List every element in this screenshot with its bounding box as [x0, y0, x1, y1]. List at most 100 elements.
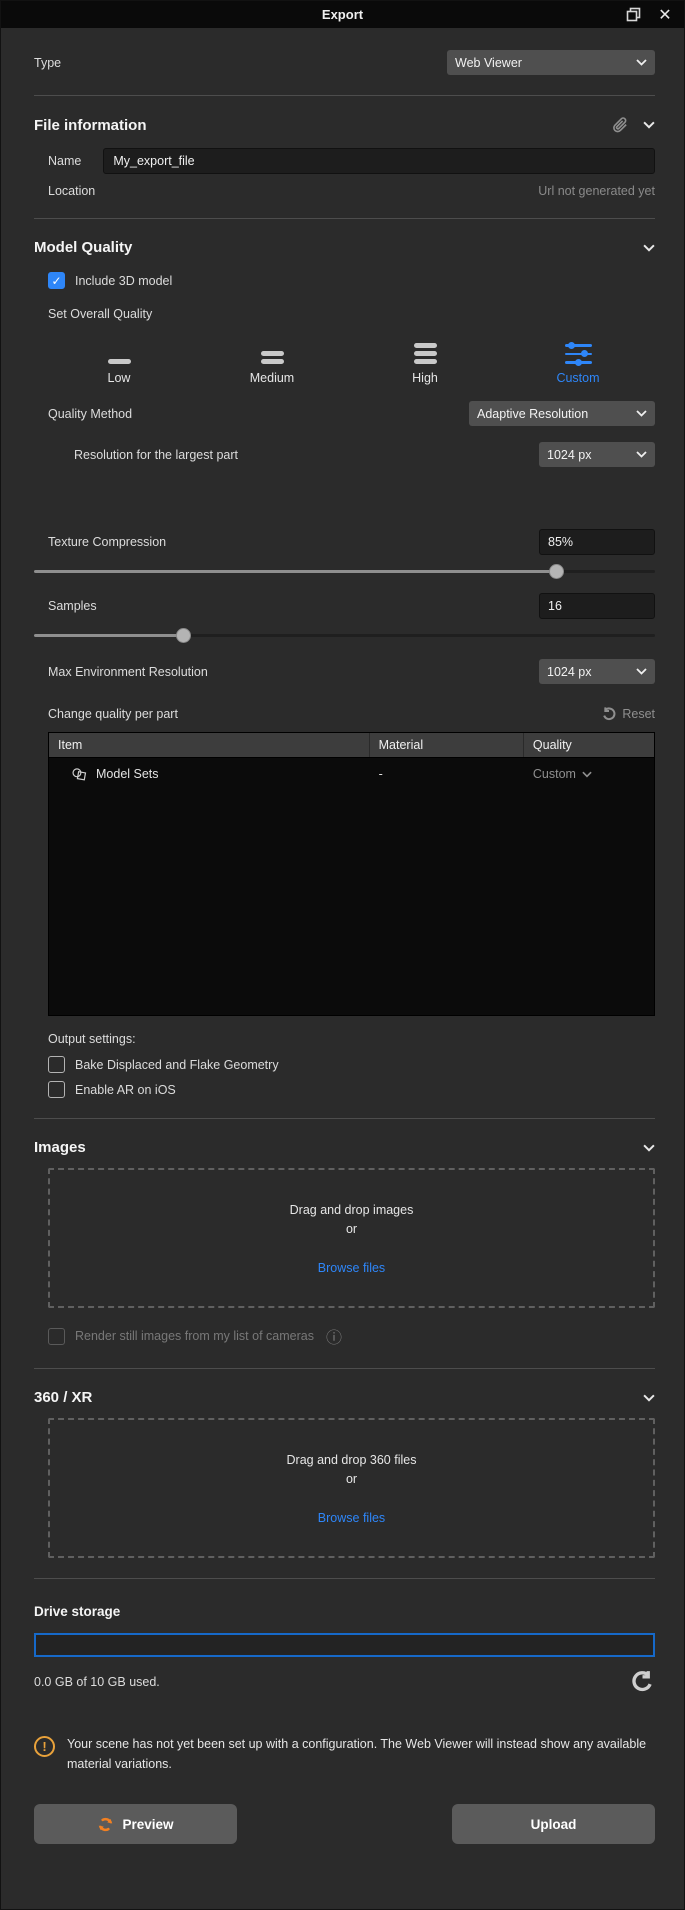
- quality-option-medium[interactable]: Medium: [237, 335, 307, 385]
- upload-button-label: Upload: [531, 1817, 577, 1832]
- include-3d-model-checkbox[interactable]: ✓: [48, 272, 65, 289]
- collapse-file-information-icon[interactable]: [643, 121, 655, 129]
- warning-text: Your scene has not yet been set up with …: [67, 1734, 647, 1774]
- location-label: Location: [48, 184, 95, 198]
- column-header-material[interactable]: Material: [370, 733, 524, 757]
- largest-part-resolution-value: 1024 px: [547, 448, 591, 462]
- preview-button[interactable]: Preview: [34, 1804, 237, 1844]
- per-part-table: Item Material Quality Model Sets - Cus: [48, 732, 655, 1016]
- divider: [34, 1118, 655, 1119]
- quality-medium-icon: [261, 335, 284, 364]
- quality-method-label: Quality Method: [48, 407, 132, 421]
- reset-icon: [601, 706, 617, 722]
- divider: [34, 1368, 655, 1369]
- file-name-value: My_export_file: [113, 154, 194, 168]
- max-environment-resolution-value: 1024 px: [547, 665, 591, 679]
- bake-geometry-checkbox[interactable]: ✓: [48, 1056, 65, 1073]
- preview-button-label: Preview: [122, 1817, 173, 1832]
- samples-label: Samples: [48, 599, 97, 613]
- table-row[interactable]: Model Sets - Custom: [49, 758, 654, 790]
- images-drop-title: Drag and drop images: [290, 1201, 414, 1220]
- type-dropdown[interactable]: Web Viewer: [447, 50, 655, 75]
- xr-browse-files-link[interactable]: Browse files: [318, 1511, 385, 1525]
- enable-ar-checkbox[interactable]: ✓: [48, 1081, 65, 1098]
- bake-geometry-checkbox-row[interactable]: ✓ Bake Displaced and Flake Geometry: [34, 1056, 655, 1073]
- column-header-item[interactable]: Item: [49, 733, 370, 757]
- render-still-images-label: Render still images from my list of came…: [75, 1329, 314, 1343]
- reset-button[interactable]: Reset: [601, 706, 655, 722]
- samples-slider[interactable]: [34, 628, 655, 643]
- configuration-warning: ! Your scene has not yet been set up wit…: [34, 1734, 655, 1774]
- reset-label: Reset: [622, 707, 655, 721]
- xr-heading: 360 / XR: [34, 1389, 92, 1406]
- upload-button[interactable]: Upload: [452, 1804, 655, 1844]
- quality-option-low[interactable]: Low: [84, 335, 154, 385]
- samples-input[interactable]: 16: [539, 593, 655, 619]
- titlebar: Export ✕: [1, 1, 684, 28]
- row-item-label: Model Sets: [96, 767, 159, 781]
- images-heading: Images: [34, 1139, 86, 1156]
- bake-geometry-label: Bake Displaced and Flake Geometry: [75, 1058, 279, 1072]
- divider: [34, 1578, 655, 1579]
- output-settings-label: Output settings:: [48, 1032, 136, 1046]
- xr-drop-zone[interactable]: Drag and drop 360 files or Browse files: [48, 1418, 655, 1558]
- link-icon[interactable]: [611, 116, 629, 134]
- type-dropdown-value: Web Viewer: [455, 56, 522, 70]
- max-environment-resolution-dropdown[interactable]: 1024 px: [539, 659, 655, 684]
- per-part-table-header: Item Material Quality: [49, 733, 654, 757]
- drive-storage-heading: Drive storage: [34, 1604, 120, 1619]
- enable-ar-checkbox-row[interactable]: ✓ Enable AR on iOS: [34, 1081, 655, 1098]
- texture-compression-slider-handle[interactable]: [549, 564, 564, 579]
- divider: [34, 95, 655, 96]
- collapse-images-icon[interactable]: [643, 1144, 655, 1152]
- chevron-down-icon: [636, 410, 647, 417]
- quality-options: Low Medium High Custom: [34, 335, 655, 385]
- storage-usage-text: 0.0 GB of 10 GB used.: [34, 1675, 160, 1689]
- quality-option-custom[interactable]: Custom: [543, 335, 613, 385]
- file-name-input[interactable]: My_export_file: [103, 148, 655, 174]
- render-still-images-checkbox: ✓: [48, 1328, 65, 1345]
- close-icon[interactable]: ✕: [656, 6, 674, 24]
- row-quality-dropdown[interactable]: Custom: [533, 767, 592, 781]
- samples-value: 16: [548, 599, 562, 613]
- include-3d-model-checkbox-row[interactable]: ✓ Include 3D model: [34, 272, 655, 289]
- chevron-down-icon: [636, 59, 647, 66]
- spacer: [34, 467, 655, 529]
- per-part-table-body: Model Sets - Custom: [49, 757, 654, 1015]
- change-quality-per-part-label: Change quality per part: [48, 707, 178, 721]
- quality-custom-icon: [565, 335, 592, 364]
- chevron-down-icon: [636, 668, 647, 675]
- restore-window-icon[interactable]: [624, 6, 642, 24]
- images-browse-files-link[interactable]: Browse files: [318, 1261, 385, 1275]
- dialog-title: Export: [1, 7, 684, 22]
- render-still-images-checkbox-row: ✓ Render still images from my list of ca…: [34, 1324, 655, 1348]
- set-overall-quality-label: Set Overall Quality: [48, 307, 152, 321]
- keyshot-logo-icon: [97, 1816, 114, 1833]
- largest-part-resolution-dropdown[interactable]: 1024 px: [539, 442, 655, 467]
- texture-compression-input[interactable]: 85%: [539, 529, 655, 555]
- quality-low-icon: [108, 335, 131, 364]
- chevron-down-icon: [636, 451, 647, 458]
- largest-part-resolution-label: Resolution for the largest part: [74, 448, 238, 462]
- max-environment-resolution-label: Max Environment Resolution: [48, 665, 208, 679]
- collapse-xr-icon[interactable]: [643, 1394, 655, 1402]
- divider: [34, 218, 655, 219]
- drive-storage-bar: [34, 1633, 655, 1657]
- column-header-quality[interactable]: Quality: [524, 733, 654, 757]
- collapse-model-quality-icon[interactable]: [643, 244, 655, 252]
- texture-compression-slider[interactable]: [34, 564, 655, 579]
- enable-ar-label: Enable AR on iOS: [75, 1083, 176, 1097]
- file-information-heading: File information: [34, 117, 147, 134]
- quality-option-high[interactable]: High: [390, 335, 460, 385]
- info-icon: ⓘ: [326, 1324, 342, 1348]
- warning-icon: !: [34, 1736, 55, 1757]
- samples-slider-handle[interactable]: [176, 628, 191, 643]
- xr-drop-title: Drag and drop 360 files: [287, 1451, 417, 1470]
- refresh-storage-icon[interactable]: [630, 1669, 655, 1694]
- quality-method-dropdown[interactable]: Adaptive Resolution: [469, 401, 655, 426]
- texture-compression-value: 85%: [548, 535, 573, 549]
- images-or-label: or: [346, 1220, 357, 1239]
- location-value: Url not generated yet: [538, 184, 655, 198]
- images-drop-zone[interactable]: Drag and drop images or Browse files: [48, 1168, 655, 1308]
- xr-or-label: or: [346, 1470, 357, 1489]
